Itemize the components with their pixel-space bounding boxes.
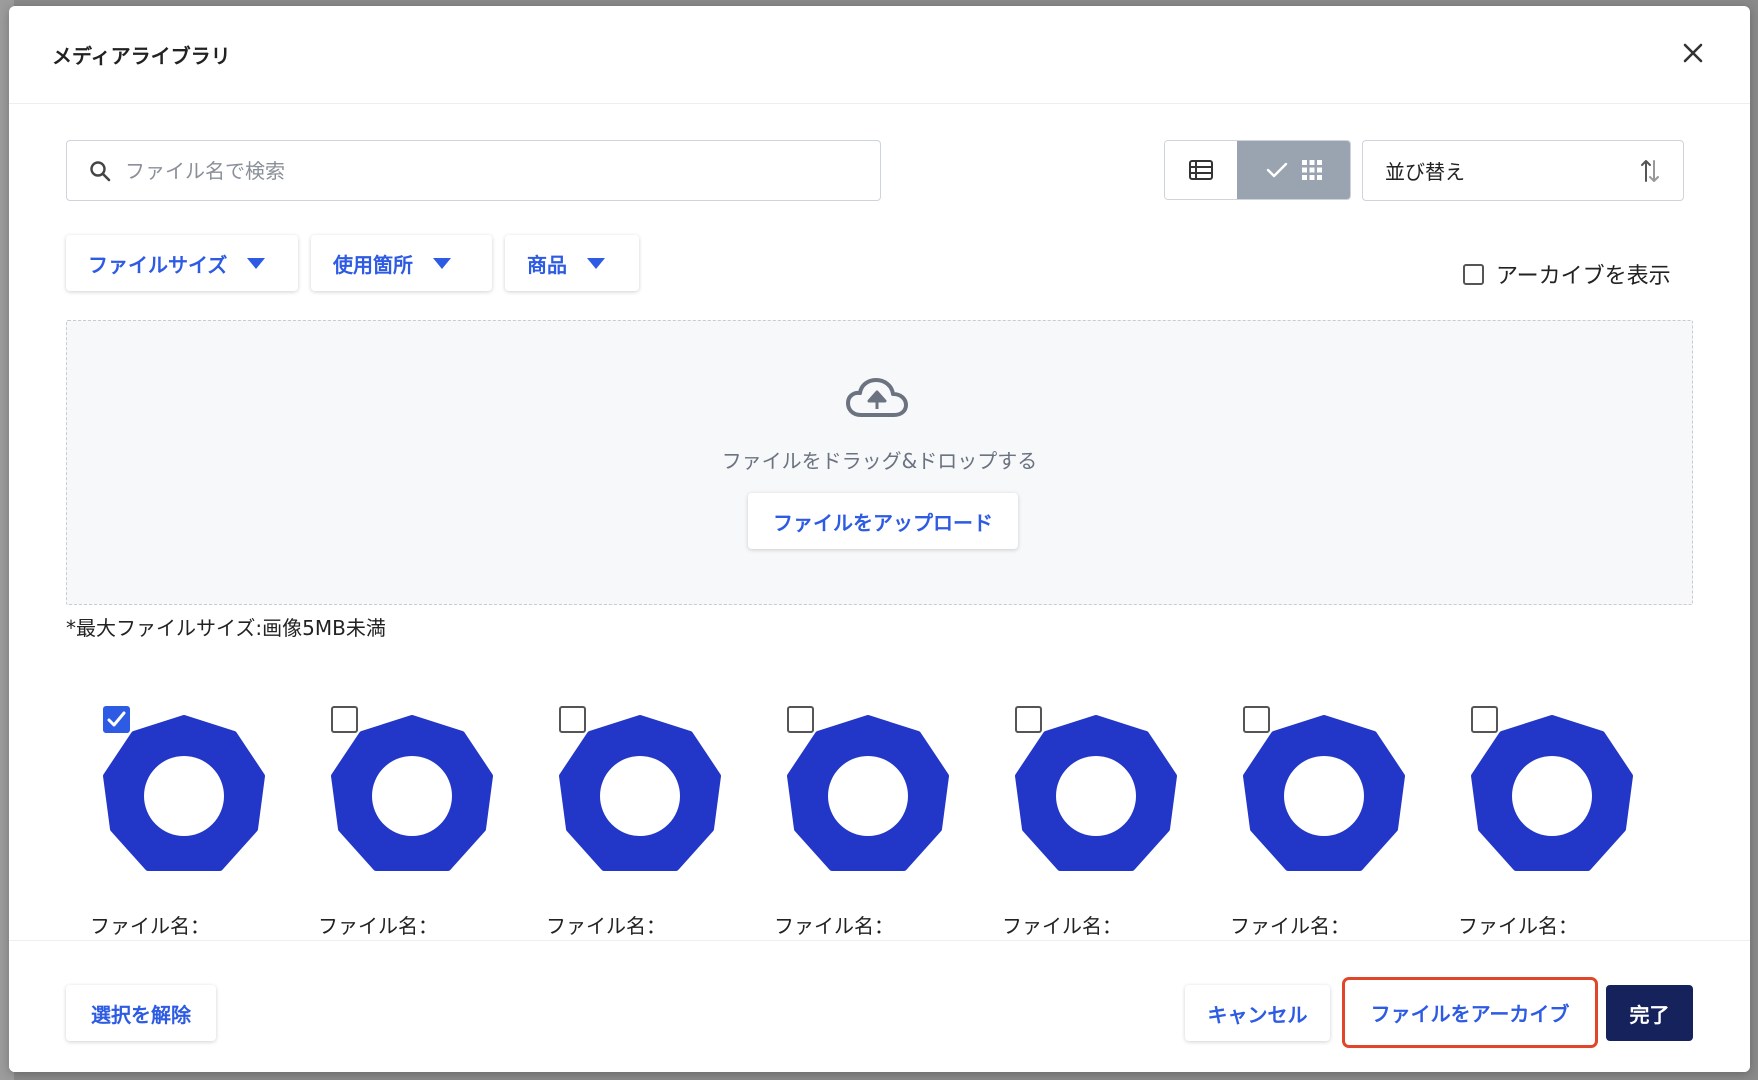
filter-label: 使用箇所 — [333, 252, 413, 277]
list-view-button[interactable] — [1165, 141, 1237, 199]
filter-label: ファイルサイズ — [88, 252, 228, 277]
file-thumbnail — [1015, 715, 1177, 871]
file-thumbnail — [331, 715, 493, 871]
upload-file-button[interactable]: ファイルをアップロード — [748, 493, 1018, 549]
file-thumbnail — [103, 715, 265, 871]
toolbar: 並び替え — [66, 140, 1693, 202]
file-thumbnail — [1471, 715, 1633, 871]
modal-title: メディアライブラリ — [52, 44, 231, 68]
file-select-checkbox[interactable] — [331, 706, 358, 733]
file-name: ファイル名： — [546, 914, 666, 938]
filter-product[interactable]: 商品 — [505, 235, 639, 291]
caret-down-icon — [433, 257, 451, 269]
grid-view-button[interactable] — [1237, 141, 1350, 199]
file-tile[interactable]: ファイル名： — [66, 696, 266, 946]
file-select-checkbox[interactable] — [1243, 706, 1270, 733]
caret-down-icon — [587, 257, 605, 269]
file-name: ファイル名： — [1230, 914, 1350, 938]
file-select-checkbox[interactable] — [103, 706, 130, 733]
file-name: ファイル名： — [774, 914, 894, 938]
sort-select[interactable]: 並び替え — [1362, 140, 1684, 201]
file-name: ファイル名： — [318, 914, 438, 938]
file-select-checkbox[interactable] — [1015, 706, 1042, 733]
dropzone-text: ファイルをドラッグ&ドロップする — [721, 449, 1038, 473]
search-input[interactable] — [125, 158, 845, 183]
close-button[interactable] — [1676, 36, 1710, 70]
show-archive-checkbox[interactable] — [1463, 263, 1484, 285]
modal-header: メディアライブラリ — [9, 6, 1750, 104]
file-select-checkbox[interactable] — [559, 706, 586, 733]
filter-label: 商品 — [527, 252, 567, 277]
file-grid: ファイル名： ファイル名： ファイル名： ファイル名： ファイル名： ファイル名… — [66, 696, 1693, 946]
archive-files-button[interactable]: ファイルをアーカイブ — [1342, 977, 1598, 1048]
sort-arrows-icon — [1641, 160, 1659, 182]
check-icon — [107, 711, 126, 727]
modal-footer: 選択を解除 キャンセル ファイルをアーカイブ 完了 — [9, 940, 1750, 1072]
search-box[interactable] — [66, 140, 881, 201]
media-library-modal: メディアライブラリ ファイル名で検索 並び替え ファイルサイズ 使用箇所 商品 … — [9, 6, 1750, 1072]
cloud-upload-icon — [846, 378, 908, 417]
sort-label: 並び替え — [1385, 160, 1465, 184]
cancel-button[interactable]: キャンセル — [1185, 985, 1330, 1041]
file-name: ファイル名： — [1458, 914, 1578, 938]
done-button[interactable]: 完了 — [1606, 985, 1693, 1041]
deselect-button[interactable]: 選択を解除 — [66, 985, 216, 1041]
search-icon — [90, 160, 111, 181]
list-view-icon — [1189, 160, 1213, 180]
file-select-checkbox[interactable] — [787, 706, 814, 733]
file-tile[interactable]: ファイル名： — [294, 696, 494, 946]
view-toggle — [1164, 140, 1351, 200]
file-thumbnail — [787, 715, 949, 871]
file-thumbnail — [559, 715, 721, 871]
filter-file-size[interactable]: ファイルサイズ — [66, 235, 298, 291]
file-tile[interactable]: ファイル名： — [522, 696, 722, 946]
file-tile[interactable]: ファイル名： — [1434, 696, 1634, 946]
file-thumbnail — [1243, 715, 1405, 871]
filter-usage-location[interactable]: 使用箇所 — [311, 235, 492, 291]
file-name: ファイル名： — [1002, 914, 1122, 938]
show-archive-toggle[interactable]: アーカイブを表示 — [1463, 258, 1671, 290]
caret-down-icon — [247, 257, 266, 269]
file-tile[interactable]: ファイル名： — [750, 696, 950, 946]
max-file-size-note: *最大ファイルサイズ:画像5MB未満 — [66, 616, 386, 640]
check-icon — [1266, 162, 1287, 178]
close-icon — [1683, 43, 1703, 63]
grid-view-icon — [1301, 160, 1322, 180]
upload-dropzone[interactable]: ファイルをドラッグ&ドロップする ファイルをアップロード — [66, 320, 1693, 605]
file-select-checkbox[interactable] — [1471, 706, 1498, 733]
file-tile[interactable]: ファイル名： — [978, 696, 1178, 946]
file-tile[interactable]: ファイル名： — [1206, 696, 1406, 946]
show-archive-label: アーカイブを表示 — [1496, 264, 1671, 289]
file-name: ファイル名： — [90, 914, 210, 938]
